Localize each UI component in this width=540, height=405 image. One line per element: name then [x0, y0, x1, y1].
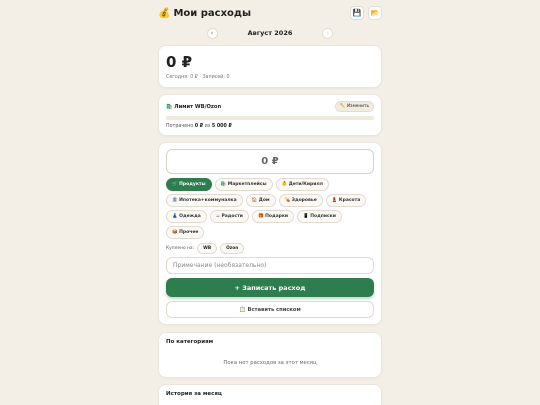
- page-title-text: Мои расходы: [173, 7, 252, 19]
- limit-card: 🛍️ Лимит WB/Ozon ✏️ Изменить Потрачено 0…: [158, 94, 382, 136]
- next-month-button[interactable]: ›: [322, 27, 334, 39]
- category-chip[interactable]: ☕ Радости: [209, 210, 249, 223]
- page-title: 💰 Мои расходы: [158, 8, 251, 19]
- category-chip[interactable]: 👗 Одежда: [166, 210, 207, 223]
- prev-month-button[interactable]: ‹: [206, 27, 218, 39]
- limit-title: 🛍️ Лимит WB/Ozon: [166, 103, 222, 110]
- limit-spent-of: из: [204, 124, 211, 129]
- category-chip[interactable]: 🛍️ Маркетплейсы: [214, 178, 273, 191]
- limit-spent-value: 0 ₽: [194, 124, 204, 129]
- amount-input[interactable]: 0 ₽: [166, 149, 374, 174]
- total-summary: Сегодня: 0 ₽ · Записей: 0: [166, 75, 230, 80]
- category-chip[interactable]: 💊 Здоровье: [278, 194, 323, 207]
- by-category-empty: Пока нет расходов за этот месяц: [223, 360, 317, 366]
- folder-icon[interactable]: 📂: [368, 6, 382, 20]
- category-chip[interactable]: 📱 Подписки: [297, 210, 342, 223]
- limit-progress-bar: [166, 116, 374, 120]
- expense-entry-card: 0 ₽ 🛒 Продукты 🛍️ Маркетплейсы 👶 Дети/Кири…: [158, 142, 382, 325]
- category-chip[interactable]: 👶 Дети/Кирилл: [275, 178, 329, 191]
- by-category-card: По категориям Пока нет расходов за этот …: [158, 332, 382, 378]
- limit-header: 🛍️ Лимит WB/Ozon ✏️ Изменить: [166, 101, 374, 112]
- total-card: 0 ₽ Сегодня: 0 ₽ · Записей: 0: [158, 45, 382, 88]
- limit-spent-text: Потрачено 0 ₽ из 5 000 ₽: [166, 124, 374, 129]
- category-chips: 🛒 Продукты 🛍️ Маркетплейсы 👶 Дети/Кирилл 🏦 …: [166, 178, 374, 239]
- limit-max-value: 5 000 ₽: [211, 124, 232, 129]
- bought-on-ozon[interactable]: Ozon: [220, 243, 245, 254]
- save-icon[interactable]: 💾: [350, 6, 364, 20]
- category-chip[interactable]: 🎁 Подарки: [251, 210, 295, 223]
- money-bag-icon: 💰: [158, 7, 171, 19]
- app-header: 💰 Мои расходы 💾 📂: [158, 0, 382, 26]
- submit-expense-button[interactable]: + Записать расход: [166, 278, 374, 297]
- history-card: История за месяц: [158, 384, 382, 405]
- limit-spent-prefix: Потрачено: [166, 124, 194, 129]
- category-chip[interactable]: 🛒 Продукты: [166, 178, 212, 191]
- paste-list-button[interactable]: 📋 Вставить списком: [166, 301, 374, 318]
- category-chip[interactable]: 🏠 Дом: [245, 194, 276, 207]
- bought-on-wb[interactable]: WB: [197, 243, 218, 254]
- bought-on-row: Куплено на: WB Ozon: [166, 243, 374, 254]
- month-navigation: ‹ Август 2026 ›: [158, 26, 382, 40]
- edit-limit-button[interactable]: ✏️ Изменить: [335, 101, 374, 112]
- category-chip[interactable]: 📦 Прочее: [166, 226, 205, 239]
- by-category-title: По категориям: [166, 339, 214, 345]
- header-actions: 💾 📂: [350, 6, 382, 20]
- note-input[interactable]: Примечание (необязательно): [166, 257, 374, 274]
- app-container: 💰 Мои расходы 💾 📂 ‹ Август 2026 › 0 ₽ Се…: [158, 0, 382, 405]
- bought-on-label: Куплено на:: [166, 246, 195, 251]
- category-chip[interactable]: 🏦 Ипотека+коммуналка: [166, 194, 243, 207]
- category-chip[interactable]: 💄 Красота: [325, 194, 367, 207]
- month-label: Август 2026: [247, 29, 293, 37]
- history-title: История за месяц: [166, 391, 222, 397]
- total-amount: 0 ₽: [166, 53, 193, 71]
